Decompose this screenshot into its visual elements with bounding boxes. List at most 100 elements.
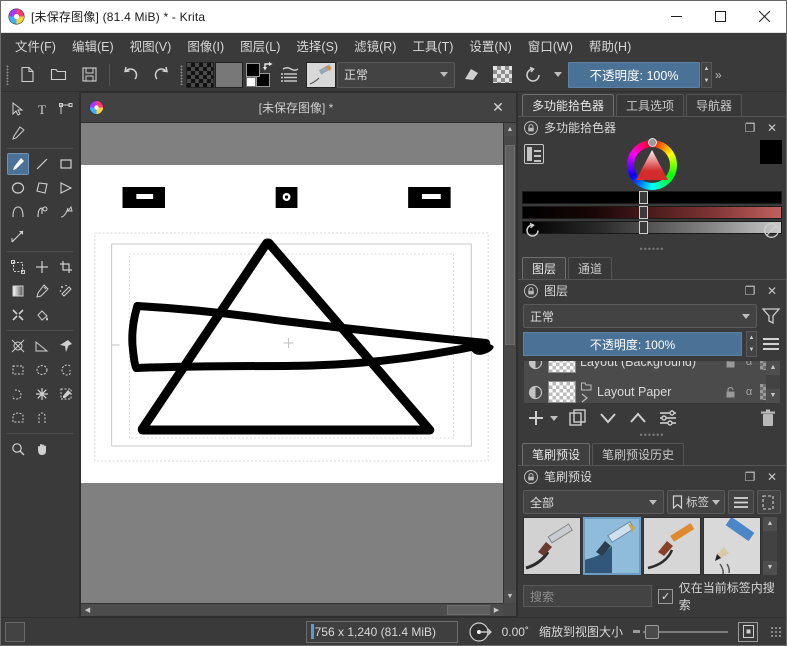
tab-tool-options[interactable]: 工具选项: [616, 94, 685, 116]
scroll-down-icon[interactable]: ▼: [763, 561, 777, 575]
gradient-tool[interactable]: [7, 280, 29, 302]
add-layer-button[interactable]: [526, 408, 546, 428]
lock-icon[interactable]: [722, 384, 738, 400]
reset-color-icon[interactable]: [524, 222, 541, 239]
close-icon[interactable]: ✕: [764, 121, 780, 135]
slider-handle[interactable]: [639, 206, 649, 219]
menu-filter[interactable]: 滤镜(R): [346, 33, 404, 58]
float-icon[interactable]: ❐: [742, 284, 758, 298]
alpha-icon[interactable]: α: [741, 361, 757, 370]
table-row[interactable]: Layout Paper α: [524, 377, 780, 403]
rectangle-tool[interactable]: [55, 153, 77, 175]
open-file-icon[interactable]: [43, 61, 73, 89]
zoom-slider-knob[interactable]: [645, 624, 659, 639]
layer-opacity-spinner[interactable]: ▲ ▼: [746, 331, 757, 357]
blend-mode-combo[interactable]: 正常: [337, 61, 455, 88]
window-resize-grip[interactable]: [770, 625, 782, 638]
brush-options-chevron-icon[interactable]: [554, 72, 562, 77]
docker-splitter-2[interactable]: ••••••: [518, 431, 786, 441]
scroll-left-icon[interactable]: ◀: [81, 604, 94, 616]
zoom-out-icon[interactable]: [633, 629, 640, 633]
current-brush-preset-icon[interactable]: [306, 61, 336, 88]
group-expand-icon[interactable]: [580, 381, 593, 403]
polygonal-selection-tool[interactable]: [55, 359, 77, 381]
document-tab[interactable]: [未保存图像] * ✕: [80, 92, 517, 122]
similar-color-selection-tool[interactable]: [55, 383, 77, 405]
multibrush-tool[interactable]: [7, 225, 29, 247]
layers-menu-icon[interactable]: [761, 336, 781, 352]
freehand-brush-tool[interactable]: [7, 153, 29, 175]
color-picker-tool[interactable]: [31, 280, 53, 302]
save-file-icon[interactable]: [74, 61, 104, 89]
toolbar-grip-1[interactable]: [3, 63, 11, 87]
lock-icon[interactable]: [722, 361, 738, 370]
close-icon[interactable]: ✕: [764, 284, 780, 298]
tab-brush-presets[interactable]: 笔刷预设: [522, 443, 591, 465]
color-wheel[interactable]: [627, 138, 677, 190]
ellipse-tool[interactable]: [7, 177, 29, 199]
toolbar-overflow-button[interactable]: »: [713, 68, 724, 82]
vertical-scroll-thumb[interactable]: [505, 145, 515, 345]
magnetic-selection-tool[interactable]: [31, 407, 53, 429]
menu-file[interactable]: 文件(F): [7, 33, 64, 58]
transform-tool[interactable]: [7, 256, 29, 278]
hue-cursor[interactable]: [648, 138, 657, 147]
tab-layers[interactable]: 图层: [522, 257, 567, 279]
menu-view[interactable]: 视图(V): [122, 33, 180, 58]
layer-list[interactable]: Layout (Background) α Layout Paper α ▲ ▼: [523, 360, 781, 404]
scroll-up-icon[interactable]: ▲: [504, 123, 516, 136]
layer-list-scrollbar[interactable]: ▲ ▼: [766, 361, 780, 403]
color-slider-1[interactable]: [522, 191, 782, 204]
opacity-spinner[interactable]: ▲ ▼: [701, 61, 712, 88]
canvas-viewport[interactable]: ▲ ▼ ◀ ▶: [80, 122, 517, 617]
visibility-icon[interactable]: [526, 361, 544, 371]
gradient-swatch[interactable]: [215, 61, 243, 88]
slider-handle[interactable]: [639, 191, 649, 204]
zoom-slider[interactable]: [633, 624, 728, 639]
menu-image[interactable]: 图像(I): [179, 33, 232, 58]
edit-shapes-tool[interactable]: [55, 98, 77, 120]
scroll-up-icon[interactable]: ▲: [763, 517, 777, 531]
list-item[interactable]: [643, 517, 701, 575]
bezier-selection-tool[interactable]: [7, 407, 29, 429]
search-in-tag-checkbox[interactable]: ✓: [658, 588, 673, 604]
delete-layer-button[interactable]: [758, 408, 778, 428]
duplicate-layer-button[interactable]: [568, 408, 588, 428]
freehand-selection-tool[interactable]: [7, 383, 29, 405]
reload-preset-icon[interactable]: [518, 61, 548, 89]
close-icon[interactable]: ✕: [764, 470, 780, 484]
elliptical-selection-tool[interactable]: [31, 359, 53, 381]
tab-channels[interactable]: 通道: [568, 257, 613, 279]
menu-settings[interactable]: 设置(N): [461, 33, 519, 58]
minimize-button[interactable]: [654, 1, 698, 33]
contiguous-selection-tool[interactable]: [31, 383, 53, 405]
colorize-mask-tool[interactable]: [55, 280, 77, 302]
menu-select[interactable]: 选择(S): [288, 33, 346, 58]
foreground-background-icon[interactable]: [244, 61, 274, 89]
table-row[interactable]: Layout (Background) α: [524, 361, 780, 377]
scroll-down-icon[interactable]: ▼: [504, 590, 516, 603]
eraser-mode-icon[interactable]: [456, 61, 486, 89]
maximize-button[interactable]: [698, 1, 742, 33]
lock-icon[interactable]: [524, 120, 538, 135]
visibility-icon[interactable]: [526, 383, 544, 401]
tab-advanced-color-selector[interactable]: 多功能拾色器: [522, 94, 615, 116]
brush-tag-button[interactable]: 标签: [667, 490, 725, 514]
smart-patch-tool[interactable]: [7, 304, 29, 326]
calligraphy-tool[interactable]: [7, 122, 29, 144]
menu-help[interactable]: 帮助(H): [581, 33, 639, 58]
current-color-swatch[interactable]: [760, 140, 782, 164]
lock-icon[interactable]: [524, 283, 538, 298]
float-icon[interactable]: ❐: [742, 121, 758, 135]
layer-blend-mode-combo[interactable]: 正常: [523, 304, 757, 328]
layer-properties-button[interactable]: [658, 409, 678, 427]
scroll-up-icon[interactable]: ▲: [766, 361, 780, 375]
zoom-level-label[interactable]: 缩放到视图大小: [539, 623, 623, 640]
reference-images-tool[interactable]: [55, 335, 77, 357]
list-item[interactable]: [703, 517, 761, 575]
layer-filter-icon[interactable]: [761, 306, 781, 326]
float-icon[interactable]: ❐: [742, 470, 758, 484]
document-dimensions[interactable]: 756 x 1,240 (81.4 MiB): [305, 620, 458, 643]
canvas-page[interactable]: [81, 165, 503, 483]
menu-window[interactable]: 窗口(W): [520, 33, 581, 58]
